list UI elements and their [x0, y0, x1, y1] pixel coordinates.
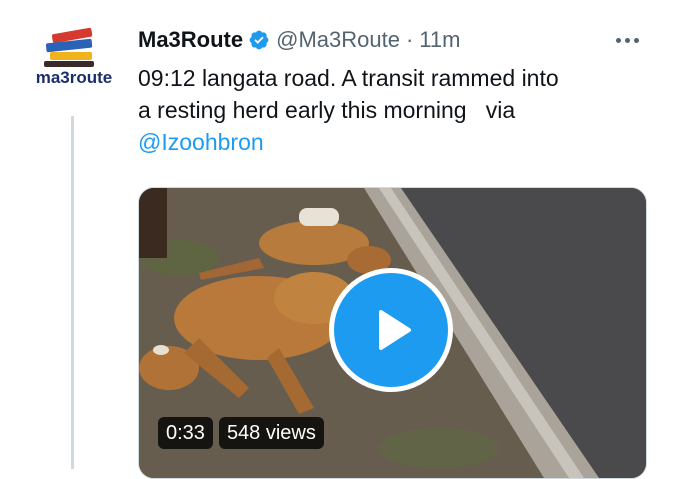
separator: ·	[405, 27, 414, 52]
tweet-text-line: 09:12 langata road. A transit rammed int…	[138, 65, 559, 91]
tweet-header: Ma3Route @Ma3Route · 11m	[138, 26, 648, 54]
video-badges: 0:33 548 views	[158, 417, 324, 449]
video-views: 548 views	[218, 417, 324, 449]
play-button[interactable]	[329, 268, 453, 392]
avatar[interactable]: ma3route	[28, 24, 120, 100]
video-duration: 0:33	[158, 417, 213, 449]
tweet-text: 09:12 langata road. A transit rammed int…	[138, 62, 658, 158]
thread-line	[71, 116, 74, 469]
mention-link[interactable]: @Izoohbron	[138, 126, 658, 158]
tweet-timestamp[interactable]: 11m	[419, 27, 460, 53]
verified-badge-icon	[249, 30, 269, 50]
tweet-text-line: a resting herd early this morning via	[138, 97, 516, 123]
author-name[interactable]: Ma3Route	[138, 27, 243, 53]
books-logo-icon: ma3route	[36, 27, 113, 87]
more-options-icon[interactable]	[610, 28, 644, 52]
avatar-logo-text: ma3route	[36, 68, 113, 87]
play-icon	[379, 310, 411, 350]
author-handle[interactable]: @Ma3Route	[276, 27, 400, 53]
